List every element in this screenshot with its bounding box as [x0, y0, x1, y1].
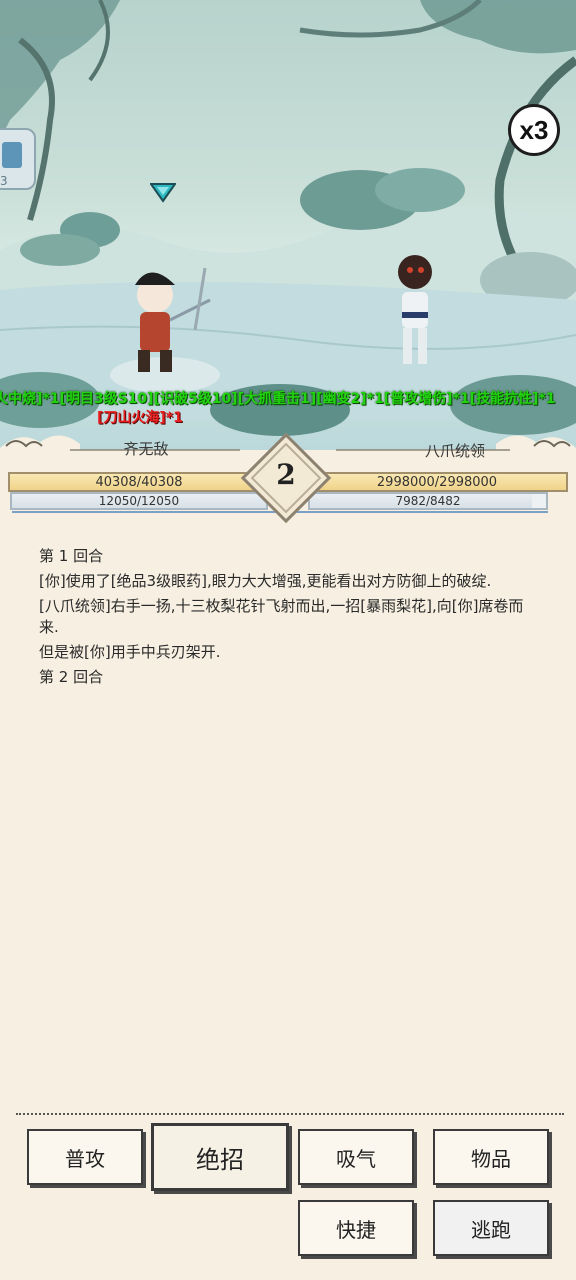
side-icon-badge: 3 [0, 174, 8, 188]
player-hp-text: 40308/40308 [95, 475, 183, 490]
flee-button[interactable]: 逃跑 [433, 1200, 549, 1256]
ultimate-label: 绝招 [196, 1145, 244, 1174]
player-name: 齐无敌 [123, 440, 169, 458]
attack-label: 普攻 [65, 1146, 105, 1171]
speed-label: x3 [519, 114, 549, 145]
quick-label: 快捷 [336, 1217, 376, 1242]
items-button[interactable]: 物品 [433, 1129, 549, 1185]
buff-status-line: 火中烧]*1[明目3级S10][识破5级10][大抓重击1][幽变2]*1[普攻… [0, 391, 556, 407]
enemy-mp-text: 7982/8482 [395, 494, 461, 508]
battle-log: 第 1 回合 [你]使用了[绝品3级眼药],眼力大大增强,更能看出对方防御上的破… [39, 546, 539, 692]
speed-toggle-button[interactable]: x3 [508, 104, 560, 156]
target-marker-icon [150, 183, 176, 203]
round-number: 2 [276, 458, 296, 491]
quick-button[interactable]: 快捷 [298, 1200, 414, 1256]
player-mp-bar: 12050/12050 [10, 492, 268, 510]
log-line: [八爪统领]右手一扬,十三枚梨花针飞射而出,一招[暴雨梨花],向[你]席卷而来. [39, 597, 524, 636]
enemy-mp-bar: 7982/8482 [308, 492, 548, 510]
enemy-hp-text: 2998000/2998000 [376, 475, 498, 490]
action-divider [16, 1113, 564, 1115]
log-line: 第 2 回合 [39, 668, 104, 686]
attack-button[interactable]: 普攻 [27, 1129, 143, 1185]
breathe-label: 吸气 [336, 1146, 376, 1171]
flee-label: 逃跑 [471, 1217, 511, 1242]
breathe-button[interactable]: 吸气 [298, 1129, 414, 1185]
battle-scene: 3 x3 火中烧]*1[明目3级S10][识破5级10][大抓重击1][幽变2]… [0, 0, 576, 460]
ultimate-button[interactable]: 绝招 [151, 1123, 289, 1191]
player-mp-text: 12050/12050 [98, 494, 180, 508]
log-line: 第 1 回合 [39, 547, 104, 565]
enemy-name: 八爪统领 [424, 442, 485, 460]
items-label: 物品 [471, 1146, 511, 1171]
side-menu-icon[interactable]: 3 [0, 128, 36, 190]
log-line: 但是被[你]用手中兵刃架开. [39, 643, 221, 661]
enemy-hp-bar: 2998000/2998000 [306, 472, 568, 492]
log-line: [你]使用了[绝品3级眼药],眼力大大增强,更能看出对方防御上的破绽. [39, 572, 492, 590]
phone-icon [2, 142, 22, 168]
player-hp-bar: 40308/40308 [8, 472, 270, 492]
